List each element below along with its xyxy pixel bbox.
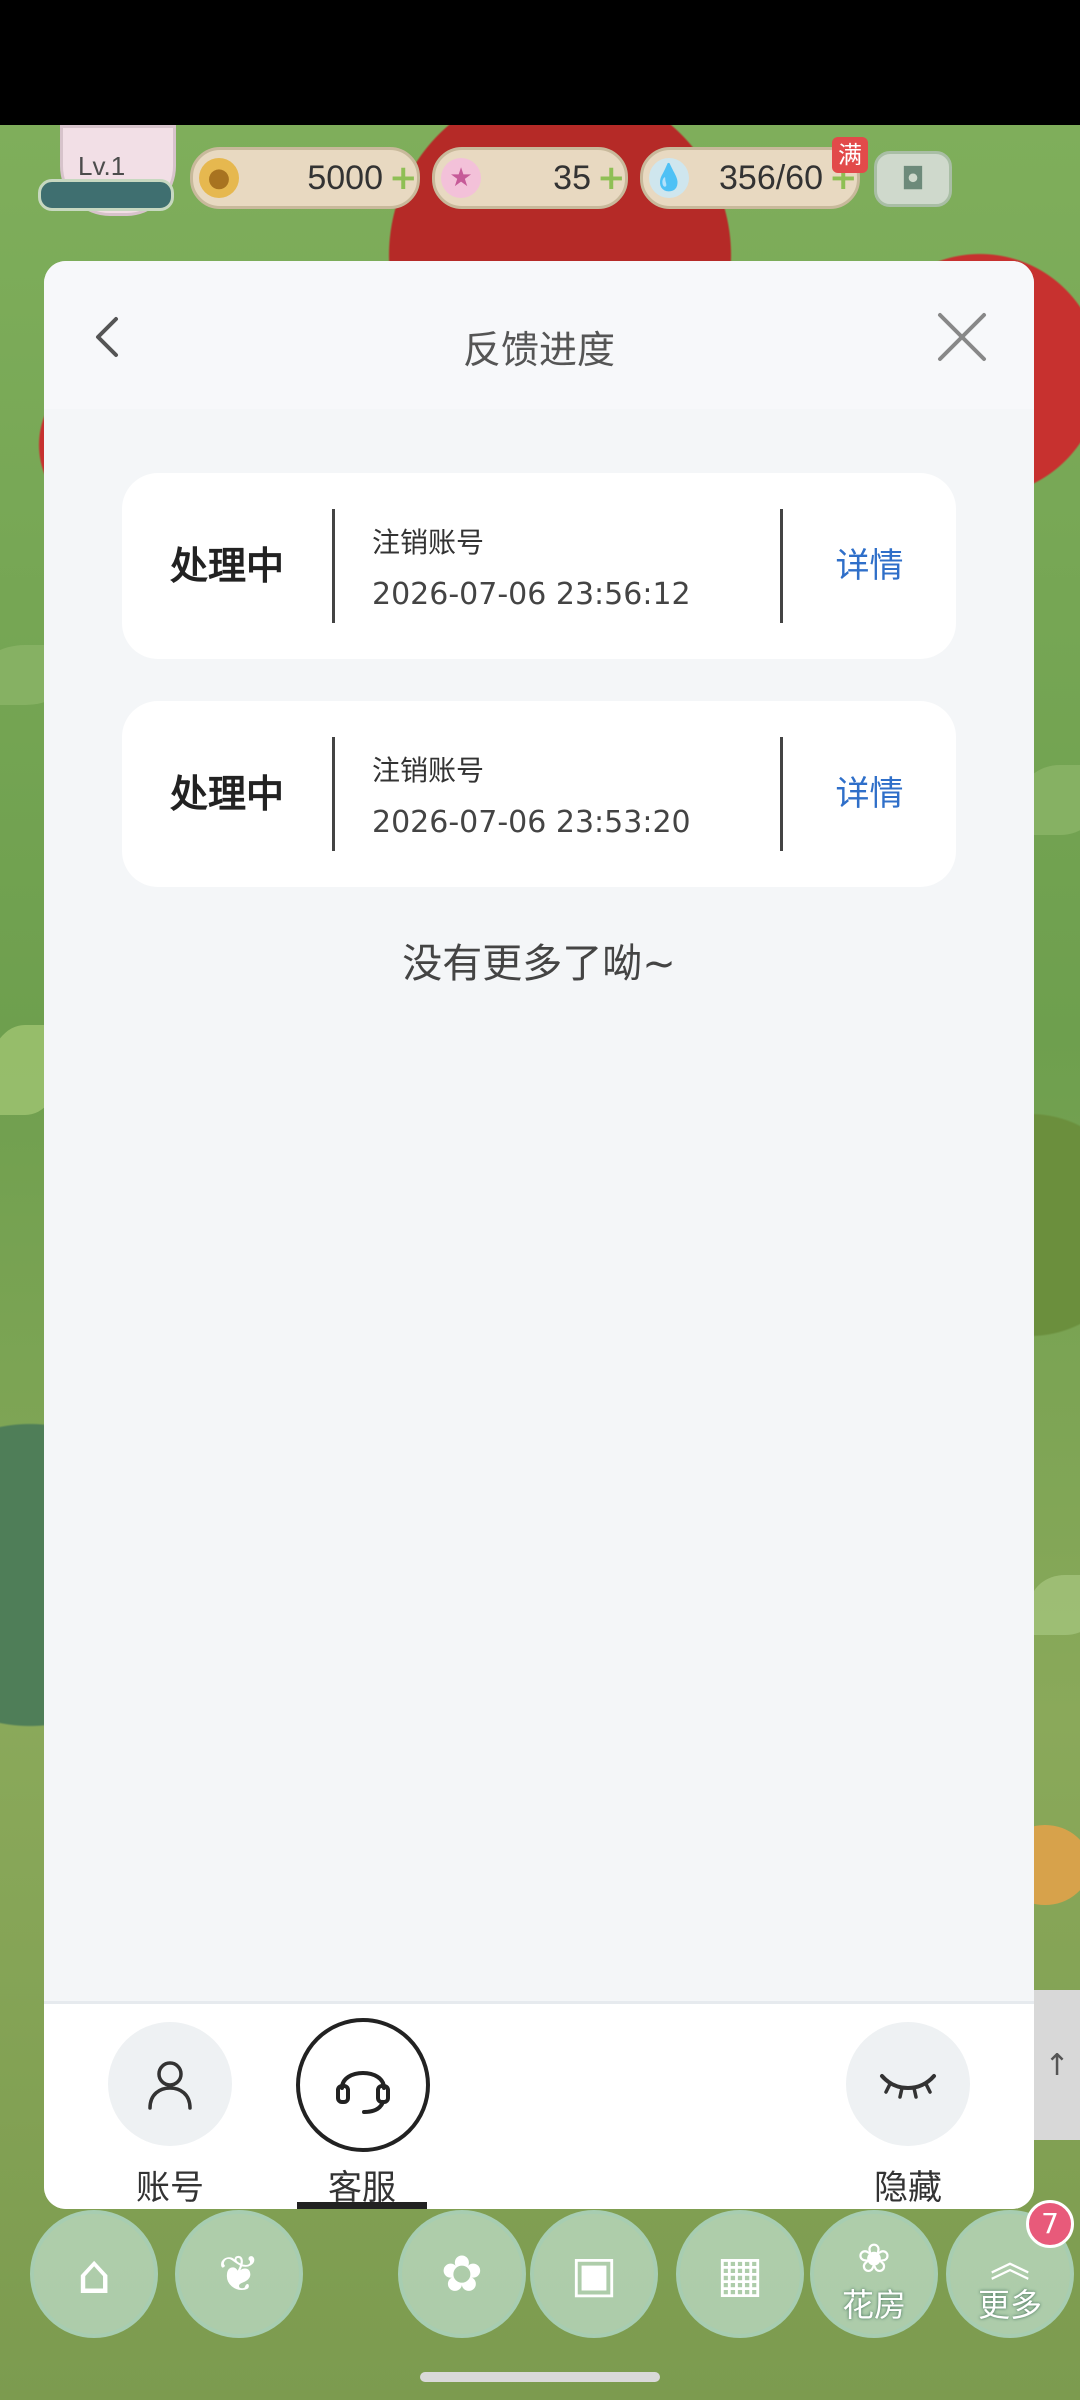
account-button[interactable]	[108, 2022, 232, 2146]
customer-service-button[interactable]	[296, 2018, 430, 2152]
hide-button[interactable]	[846, 2022, 970, 2146]
detail-link[interactable]: 详情	[783, 701, 956, 887]
feedback-progress-modal: 反馈进度 处理中 注销账号 2026-07-06 23:56:12 详情 处理中…	[44, 261, 1034, 2209]
modal-title: 反馈进度	[462, 328, 615, 372]
camera-icon: ◘	[901, 161, 925, 197]
water-counter[interactable]: 💧 356/60 +	[640, 147, 860, 209]
close-button[interactable]	[934, 309, 990, 365]
add-coin-icon[interactable]: +	[389, 158, 418, 198]
water-drop-icon: 💧	[649, 158, 689, 198]
account-label: 账号	[136, 2168, 204, 2208]
box-icon: ▣	[570, 2245, 618, 2303]
feedback-time: 2026-07-06 23:53:20	[372, 805, 691, 840]
flower-house-button[interactable]: ❀ 花房	[810, 2210, 938, 2338]
star-value: 35	[553, 158, 591, 197]
coin-counter[interactable]: ● 5000 +	[190, 147, 420, 209]
package-nav-button[interactable]: ▦	[676, 2210, 804, 2338]
feedback-card: 处理中 注销账号 2026-07-06 23:53:20 详情	[122, 701, 956, 887]
status-label: 处理中	[169, 544, 284, 588]
level-bar	[38, 179, 174, 211]
home-nav-button[interactable]: ⌂	[30, 2210, 158, 2338]
seed-nav-button[interactable]: ❦	[175, 2210, 303, 2338]
scroll-up-tab[interactable]: ↑	[1034, 1990, 1080, 2140]
star-counter[interactable]: ★ 35 +	[432, 147, 628, 209]
modal-footer: 账号 客服 隐藏	[44, 2001, 1034, 2209]
level-label: Lv.1	[78, 151, 126, 181]
detail-link[interactable]: 详情	[783, 473, 956, 659]
no-more-text: 没有更多了呦~	[402, 941, 676, 987]
tool-nav-button[interactable]: ✿	[398, 2210, 526, 2338]
divider	[332, 737, 335, 851]
camera-button[interactable]: ◘	[874, 151, 952, 207]
coin-icon: ●	[199, 158, 239, 198]
game-hud: Lv.1 ● 5000 + ★ 35 + 💧 356/60 + 满 ◘	[0, 125, 1080, 216]
feedback-card: 处理中 注销账号 2026-07-06 23:56:12 详情	[122, 473, 956, 659]
close-icon	[938, 313, 986, 361]
box-nav-button[interactable]: ▣	[530, 2210, 658, 2338]
tool-icon: ✿	[441, 2245, 483, 2303]
full-badge: 满	[832, 137, 868, 173]
flower-house-label: 花房	[841, 2286, 906, 2324]
headset-icon	[336, 2071, 390, 2114]
arrow-up-icon: ↑	[1044, 2047, 1070, 2083]
seed-icon: ❦	[218, 2245, 260, 2303]
status-label: 处理中	[169, 772, 284, 816]
more-label: 更多	[977, 2286, 1042, 2324]
coin-value: 5000	[307, 158, 383, 197]
feedback-time: 2026-07-06 23:56:12	[372, 577, 691, 612]
house-icon: ⌂	[76, 2242, 112, 2306]
flower-house-icon: ❀	[857, 2236, 891, 2282]
feedback-type: 注销账号	[372, 754, 485, 787]
closed-eye-icon	[880, 2074, 936, 2099]
person-icon	[148, 2061, 192, 2110]
active-tab-indicator	[297, 2202, 427, 2209]
water-value: 356/60	[719, 158, 823, 197]
add-star-icon[interactable]: +	[597, 158, 626, 198]
status-bar	[0, 0, 1080, 125]
package-icon: ▦	[716, 2245, 764, 2303]
feedback-type: 注销账号	[372, 526, 485, 559]
modal-header: 反馈进度	[44, 261, 1034, 409]
hide-label: 隐藏	[874, 2168, 942, 2208]
divider	[332, 509, 335, 623]
star-icon: ★	[441, 158, 481, 198]
home-indicator[interactable]	[420, 2372, 660, 2382]
